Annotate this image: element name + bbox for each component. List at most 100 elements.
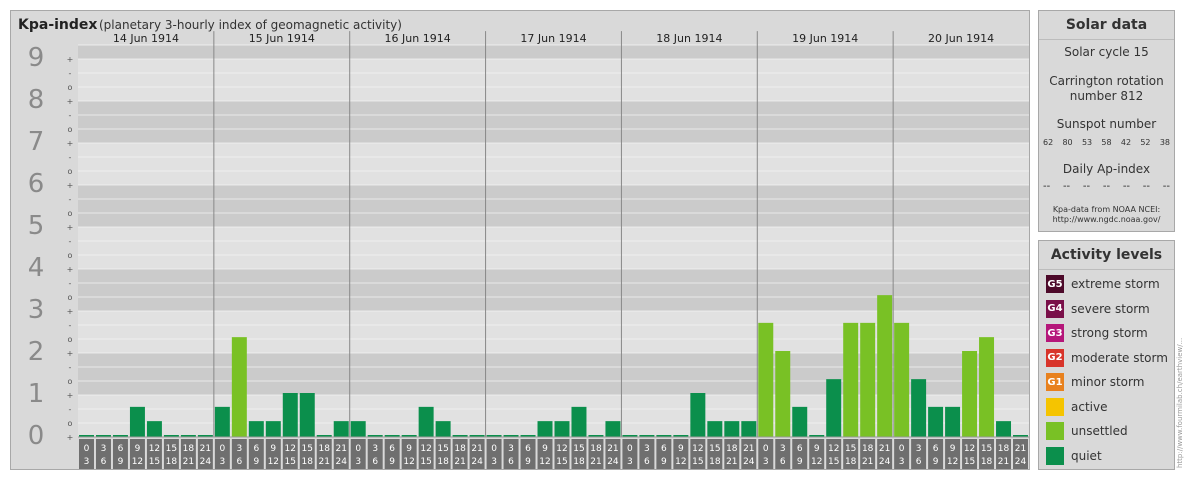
hour-start-label: 12 — [828, 444, 839, 454]
thirds-label: - — [69, 363, 72, 372]
thirds-label: + — [67, 55, 74, 64]
kp-bar — [826, 379, 842, 437]
level-label: quiet — [1071, 448, 1102, 463]
kp-bar — [605, 421, 621, 437]
hour-end-label: 12 — [675, 457, 686, 467]
hour-end-label: 15 — [964, 457, 975, 467]
kp-bar — [129, 406, 145, 437]
hour-start-label: 3 — [508, 444, 514, 454]
thirds-label: + — [67, 349, 74, 358]
hour-start-label: 0 — [219, 444, 225, 454]
hour-start-label: 9 — [678, 444, 684, 454]
hour-start-label: 12 — [692, 444, 703, 454]
kp-bar — [248, 421, 264, 437]
hour-start-label: 21 — [743, 444, 754, 454]
sunspot-value: 53 — [1081, 138, 1093, 147]
hour-end-label: 15 — [420, 457, 431, 467]
hour-start-label: 6 — [118, 444, 124, 454]
hour-end-label: 3 — [763, 457, 769, 467]
kp-band — [78, 227, 1029, 269]
ap-value: -- — [1162, 181, 1170, 192]
source-note-link[interactable]: http://www.ngdc.noaa.gov/ — [1039, 215, 1174, 224]
hour-end-label: 18 — [845, 457, 857, 467]
hour-end-label: 15 — [692, 457, 703, 467]
hour-end-label: 3 — [899, 457, 905, 467]
day-label: 19 Jun 1914 — [792, 32, 858, 45]
hour-start-label: 18 — [726, 444, 738, 454]
level-label: moderate storm — [1071, 350, 1168, 365]
day-label: 17 Jun 1914 — [520, 32, 586, 45]
hour-start-label: 9 — [406, 444, 412, 454]
hour-end-label: 24 — [471, 457, 483, 467]
kp-bar — [231, 337, 247, 437]
y-tick-label: 5 — [28, 211, 45, 241]
kp-band — [78, 59, 1029, 101]
solar-data-panel: Solar data Solar cycle 15 Carrington rot… — [1038, 10, 1175, 232]
kp-bar — [537, 421, 553, 437]
level-badge: G3 — [1046, 324, 1064, 342]
hour-end-label: 9 — [525, 457, 531, 467]
sunspot-values: 62 80 53 58 42 52 38 — [1043, 138, 1170, 147]
hour-start-label: 21 — [471, 444, 482, 454]
thirds-label: o — [68, 209, 73, 218]
ap-value: -- — [1082, 181, 1091, 192]
kp-bar — [299, 393, 315, 437]
kp-bar — [265, 421, 281, 437]
hour-end-label: 9 — [118, 457, 124, 467]
level-label: minor storm — [1071, 375, 1145, 389]
hour-end-label: 18 — [302, 457, 314, 467]
kp-bar — [282, 393, 298, 437]
level-badge: G1 — [1046, 373, 1064, 391]
kp-bar — [945, 406, 961, 437]
hour-start-label: 3 — [780, 444, 786, 454]
thirds-label: - — [69, 405, 72, 414]
kp-bar — [350, 421, 366, 437]
hour-start-label: 6 — [525, 444, 531, 454]
hour-end-label: 18 — [573, 457, 585, 467]
hour-end-label: 21 — [726, 457, 737, 467]
hour-start-label: 18 — [454, 444, 466, 454]
thirds-label: o — [68, 83, 73, 92]
ap-index-values: -- -- -- -- -- -- -- — [1043, 181, 1170, 192]
thirds-label: + — [67, 433, 74, 442]
hour-start-label: 21 — [879, 444, 890, 454]
hour-end-label: 12 — [403, 457, 414, 467]
hour-start-label: 15 — [845, 444, 856, 454]
solar-data-title: Solar data — [1039, 11, 1174, 40]
legend-item: unsettled — [1046, 421, 1128, 441]
hour-start-label: 3 — [644, 444, 650, 454]
y-tick-label: 2 — [28, 337, 45, 367]
hour-end-label: 6 — [644, 457, 650, 467]
hour-end-label: 24 — [335, 457, 347, 467]
kp-bar — [860, 322, 876, 437]
sunspot-value: 58 — [1101, 138, 1112, 147]
legend-item: quiet — [1046, 446, 1102, 466]
hour-start-label: 9 — [542, 444, 548, 454]
kp-bar — [928, 406, 944, 437]
thirds-label: - — [69, 237, 72, 246]
y-tick-label: 7 — [28, 127, 45, 157]
hour-start-label: 0 — [763, 444, 769, 454]
thirds-label: + — [67, 97, 74, 106]
legend-item: G2 moderate storm — [1046, 348, 1168, 368]
hour-start-label: 3 — [236, 444, 242, 454]
kp-bar — [724, 421, 740, 437]
hour-start-label: 15 — [981, 444, 992, 454]
hour-start-label: 12 — [964, 444, 975, 454]
y-tick-label: 8 — [28, 85, 45, 115]
kp-bar — [571, 406, 587, 437]
kp-bar — [843, 322, 859, 437]
level-badge: G2 — [1046, 348, 1064, 367]
hour-start-label: 0 — [627, 444, 633, 454]
day-label: 15 Jun 1914 — [249, 32, 315, 45]
thirds-label: o — [68, 419, 73, 428]
thirds-label: o — [68, 335, 73, 344]
hour-start-label: 21 — [1015, 444, 1026, 454]
legend-item: G5 extreme storm — [1046, 274, 1160, 294]
hour-end-label: 9 — [253, 457, 259, 467]
hour-end-label: 24 — [879, 457, 891, 467]
hour-end-label: 21 — [454, 457, 465, 467]
hour-start-label: 15 — [573, 444, 584, 454]
kp-band — [78, 143, 1029, 185]
legend-item: G3 strong storm — [1046, 323, 1148, 343]
